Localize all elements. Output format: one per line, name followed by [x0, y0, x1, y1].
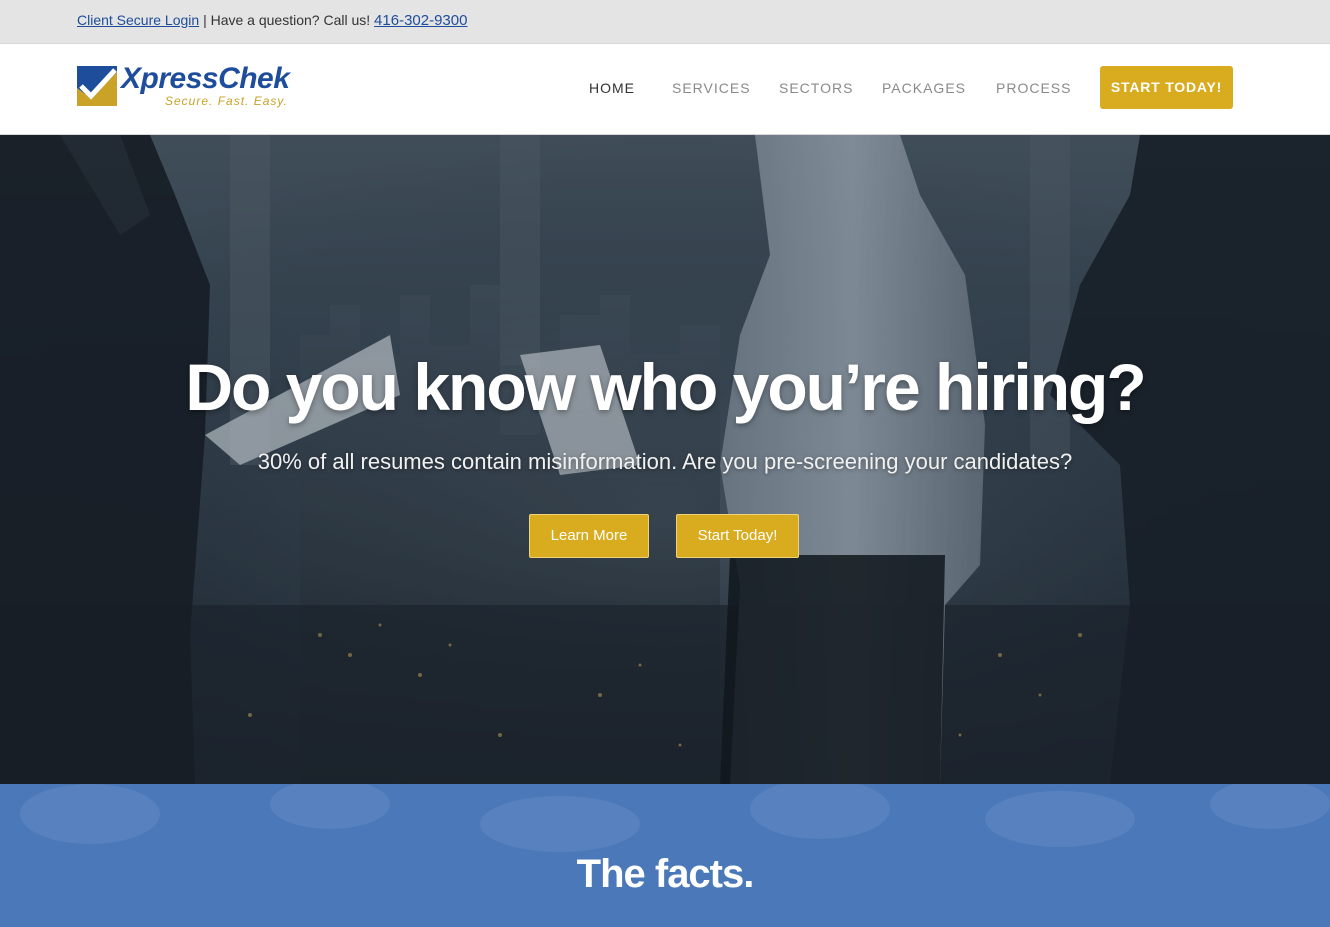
hero-title: Do you know who you’re hiring?: [185, 350, 1146, 424]
facts-title: The facts.: [576, 852, 755, 896]
client-login-link[interactable]: Client Secure Login: [77, 12, 199, 28]
topbar-question-text: Have a question? Call us!: [210, 12, 371, 28]
learn-more-button[interactable]: Learn More: [529, 514, 649, 558]
nav-home[interactable]: HOME: [589, 80, 635, 96]
site-logo[interactable]: XpressChek Secure. Fast. Easy.: [77, 62, 292, 112]
logo-wordmark: XpressChek: [121, 62, 290, 95]
nav-packages[interactable]: PACKAGES: [882, 80, 966, 96]
nav-services[interactable]: SERVICES: [672, 80, 751, 96]
checkmark-logo-icon: [77, 66, 117, 106]
phone-link[interactable]: 416-302-9300: [374, 12, 467, 29]
logo-tagline: Secure. Fast. Easy.: [165, 94, 288, 108]
start-today-hero-button[interactable]: Start Today!: [676, 514, 799, 558]
topbar-contact: Client Secure Login | Have a question? C…: [77, 12, 467, 29]
start-today-nav-button[interactable]: START TODAY!: [1100, 66, 1233, 109]
nav-process[interactable]: PROCESS: [996, 80, 1071, 96]
topbar-separator: |: [203, 12, 207, 28]
top-utility-bar: Client Secure Login | Have a question? C…: [0, 0, 1330, 44]
nav-sectors[interactable]: SECTORS: [779, 80, 853, 96]
site-header: XpressChek Secure. Fast. Easy. HOME SERV…: [0, 44, 1330, 135]
hero-section: Do you know who you’re hiring? 30% of al…: [0, 135, 1330, 784]
facts-section: The facts.: [0, 784, 1330, 927]
hero-subtitle: 30% of all resumes contain misinformatio…: [257, 449, 1073, 474]
